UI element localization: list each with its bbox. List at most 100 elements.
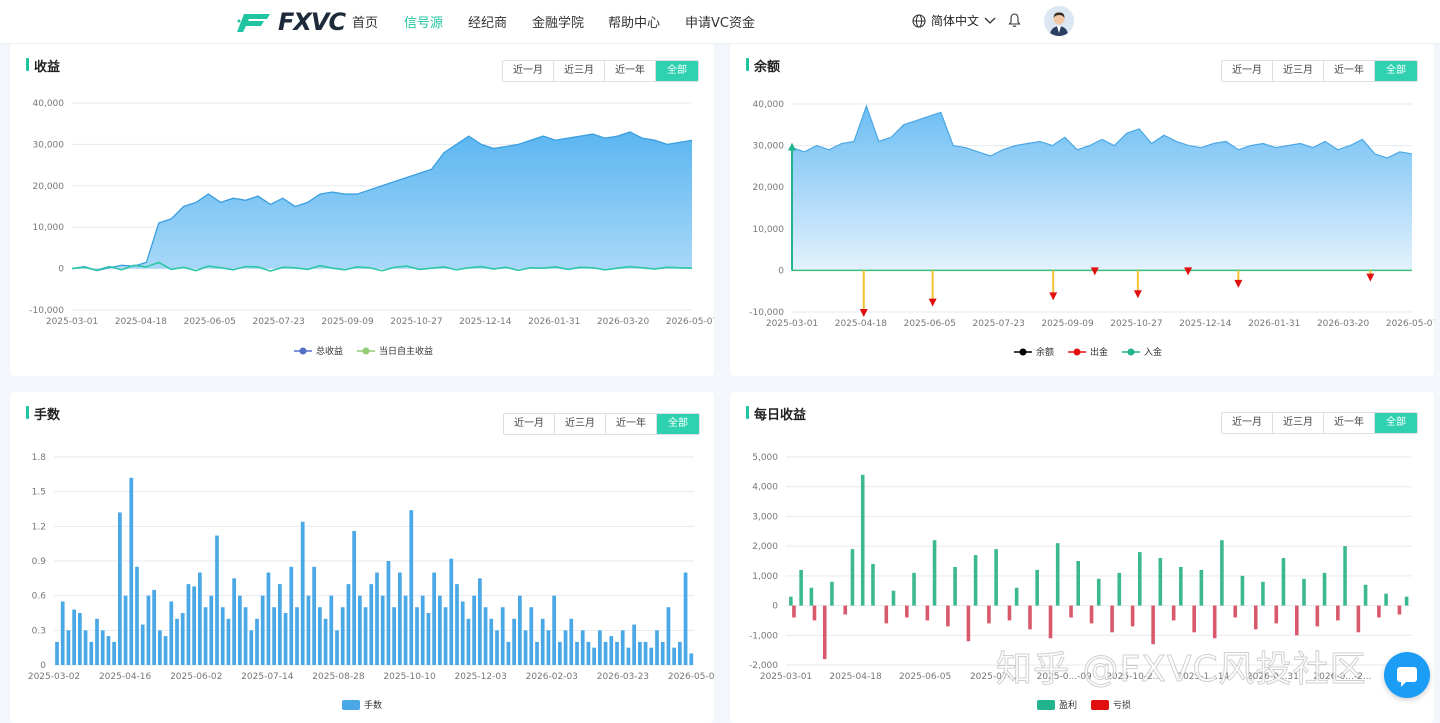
nav-help[interactable]: 帮助中心: [608, 12, 660, 31]
profit-bar: [994, 549, 998, 606]
profit-bar: [1014, 587, 1019, 606]
chat-button[interactable]: [1384, 652, 1430, 698]
loss-bar: [966, 605, 971, 642]
loss-bar: [1377, 605, 1381, 618]
nav-home[interactable]: 首页: [352, 12, 378, 31]
lots-bar: [72, 609, 76, 665]
lots-bar: [478, 578, 482, 665]
legend-item-withdrawal[interactable]: 出金: [1068, 345, 1108, 358]
loss-bar: [1130, 605, 1135, 627]
x-tick-label: 2025-12-14: [459, 317, 512, 327]
x-tick-label: 2025-07-23: [973, 319, 1025, 329]
balance-legend: 余额 出金 入金: [1014, 345, 1162, 358]
lots-bar: [289, 566, 294, 665]
profit-bar: [1302, 578, 1306, 606]
profit-bar: [1261, 581, 1265, 606]
lots-bar: [135, 566, 139, 665]
language-label: 简体中文: [931, 14, 980, 28]
lots-bar: [272, 607, 276, 665]
lots-bar: [460, 601, 465, 665]
language-selector[interactable]: 简体中文: [912, 12, 996, 29]
lots-bar: [129, 477, 134, 665]
profit-bar: [1240, 575, 1245, 606]
nav-apply-funding[interactable]: 申请VC资金: [685, 12, 755, 31]
profit-bar: [830, 581, 834, 606]
y-tick-label: 1.5: [32, 488, 46, 498]
x-tick-label: 2025-06-05: [899, 672, 951, 682]
profit-bar: [1404, 596, 1409, 606]
x-tick-label: 2026-03-20: [1317, 319, 1370, 329]
top-nav: FXVC 首页 信号源 经纪商 金融学院 帮助中心 申请VC资金 简体中文: [0, 0, 1440, 44]
loss-bar: [1295, 605, 1299, 636]
x-tick-label: 2025-04-18: [835, 319, 888, 329]
profit-bar: [1322, 572, 1327, 606]
legend-item-loss[interactable]: 亏损: [1091, 698, 1131, 711]
x-tick-label: 2025-06-05: [184, 317, 236, 327]
x-tick-label: 2025-03-01: [766, 319, 818, 329]
daily-legend: 盈利 亏损: [1037, 698, 1131, 711]
bell-icon[interactable]: [1008, 13, 1021, 28]
y-tick-label: 30,000: [33, 140, 65, 150]
lots-bar: [283, 613, 288, 665]
lots-bar: [78, 613, 82, 665]
profit-bar: [1096, 578, 1101, 606]
profit-bar: [1363, 584, 1368, 606]
profit-bar: [789, 596, 793, 606]
profit-bar: [1076, 561, 1081, 606]
profit-bar: [860, 474, 865, 606]
lots-bar: [340, 607, 345, 665]
loss-bar: [1110, 605, 1114, 633]
profit-bar: [1137, 552, 1142, 606]
lots-bar: [215, 535, 219, 665]
lots-bar: [203, 607, 208, 665]
loss-bar: [1274, 605, 1279, 624]
profit-bar: [1343, 546, 1347, 606]
lots-bar: [432, 572, 436, 665]
profit-bar: [1158, 558, 1163, 606]
withdrawal-marker: [1049, 292, 1058, 301]
total-profit-area: [72, 131, 692, 271]
lots-bar: [455, 584, 459, 665]
avatar[interactable]: [1044, 6, 1074, 36]
nav-brokers[interactable]: 经纪商: [468, 12, 507, 31]
lots-bar: [180, 613, 185, 665]
profit-bar: [973, 555, 978, 606]
logo[interactable]: FXVC: [236, 8, 346, 36]
x-tick-label: 2025-09-09: [321, 317, 374, 327]
lots-bar: [198, 572, 202, 665]
watermark: 知乎 @FXVC风投社区: [996, 649, 1367, 691]
x-tick-label: 2025-03-02: [28, 672, 80, 682]
legend-item-total-profit[interactable]: 总收益: [294, 344, 343, 357]
nav-academy[interactable]: 金融学院: [532, 12, 584, 31]
logo-text: FXVC: [278, 8, 346, 36]
lots-bar: [443, 607, 448, 665]
legend-item-deposit[interactable]: 入金: [1122, 345, 1162, 358]
nav-signals[interactable]: 信号源: [404, 12, 443, 31]
y-tick-label: -1,000: [749, 631, 778, 641]
profit-bar: [1220, 540, 1224, 606]
x-tick-label: 2025-10-27: [1110, 319, 1162, 329]
loss-bar: [1048, 605, 1053, 639]
lots-bar: [220, 607, 225, 665]
lots-bar: [249, 630, 254, 665]
x-tick-label: 2026-02-03: [526, 672, 578, 682]
x-tick-label: 2026-05-08: [668, 672, 714, 682]
profit-bar: [809, 587, 814, 606]
lots-bar: [238, 595, 242, 665]
profit-bar: [953, 566, 957, 606]
profit-bar: [1035, 569, 1039, 606]
x-tick-label: 2025-09-09: [1041, 319, 1094, 329]
loss-bar: [1212, 605, 1217, 639]
legend-item-balance[interactable]: 余额: [1014, 345, 1054, 358]
legend-item-daily-profit[interactable]: 当日自主收益: [357, 344, 433, 357]
x-tick-label: 2025-03-01: [46, 317, 98, 327]
lots-bar: [592, 647, 596, 665]
lots-bar: [546, 630, 551, 665]
lots-bar: [255, 618, 259, 665]
loss-bar: [1192, 605, 1196, 633]
y-tick-label: 40,000: [753, 100, 785, 110]
lots-bar: [672, 647, 676, 665]
legend-item-lots[interactable]: 手数: [342, 698, 382, 711]
lots-bar: [66, 630, 71, 665]
legend-item-profit[interactable]: 盈利: [1037, 698, 1077, 711]
